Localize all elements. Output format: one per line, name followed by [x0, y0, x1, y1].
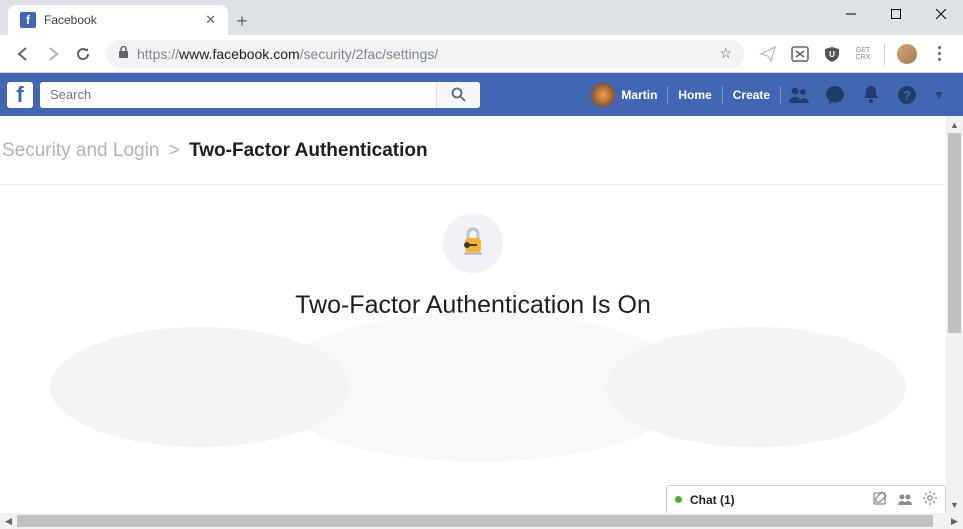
blocker-extension-icon[interactable]	[788, 42, 812, 66]
friend-requests-icon[interactable]	[786, 82, 812, 108]
toolbar-separator	[884, 43, 885, 65]
browser-tab[interactable]: f Facebook ✕	[8, 5, 228, 35]
messenger-icon[interactable]	[822, 82, 848, 108]
browser-toolbar: https://www.facebook.com/security/2fac/s…	[0, 35, 963, 73]
maximize-icon	[891, 9, 901, 19]
breadcrumb-parent[interactable]: Security and Login	[2, 140, 159, 161]
online-dot-icon	[675, 496, 682, 503]
url-text: https://www.facebook.com/security/2fac/s…	[137, 46, 719, 62]
breadcrumb: Security and Login > Two-Factor Authenti…	[0, 116, 946, 185]
back-button[interactable]	[8, 39, 38, 69]
scroll-thumb[interactable]	[17, 515, 933, 527]
breadcrumb-separator: >	[169, 140, 180, 161]
reload-button[interactable]	[68, 39, 98, 69]
minimize-button[interactable]	[828, 0, 873, 28]
maximize-button[interactable]	[873, 0, 918, 28]
send-extension-icon[interactable]	[756, 42, 780, 66]
navbar-profile-link[interactable]: Martin	[581, 83, 667, 107]
padlock-key-icon	[456, 226, 490, 260]
arrow-left-icon	[15, 46, 31, 62]
window-titlebar: f Facebook ✕ +	[0, 0, 963, 35]
search-icon	[451, 87, 466, 102]
help-icon[interactable]: ?	[894, 82, 920, 108]
address-bar[interactable]: https://www.facebook.com/security/2fac/s…	[106, 40, 744, 68]
decorative-hills	[0, 337, 946, 407]
close-window-button[interactable]	[918, 0, 963, 28]
profile-avatar[interactable]	[895, 42, 919, 66]
tab-title: Facebook	[44, 13, 205, 27]
facebook-logo[interactable]: f	[7, 82, 33, 108]
window-controls	[828, 0, 963, 28]
getcrx-extension-icon[interactable]: GET CRX	[852, 42, 874, 66]
horizontal-scrollbar[interactable]: ◀ ▶	[0, 513, 963, 529]
forward-button[interactable]	[38, 39, 68, 69]
scroll-up-arrow[interactable]: ▲	[946, 116, 963, 133]
kebab-icon	[938, 46, 941, 61]
breadcrumb-current: Two-Factor Authentication	[189, 140, 428, 161]
reload-icon	[75, 46, 91, 62]
facebook-navbar: f Martin Home Create ? ▼	[0, 73, 963, 116]
ublock-extension-icon[interactable]: U	[820, 42, 844, 66]
minimize-icon	[846, 9, 856, 19]
user-avatar	[591, 83, 615, 107]
home-link[interactable]: Home	[668, 88, 721, 102]
chrome-menu-button[interactable]	[927, 42, 951, 66]
account-dropdown-arrow[interactable]: ▼	[925, 88, 953, 102]
nav-separator	[780, 86, 781, 104]
bookmark-star-icon[interactable]: ☆	[719, 45, 732, 62]
notifications-icon[interactable]	[858, 82, 884, 108]
vertical-scrollbar[interactable]: ▲ ▼	[946, 116, 963, 513]
search-input[interactable]	[40, 82, 436, 108]
arrow-right-icon	[45, 46, 61, 62]
scroll-thumb[interactable]	[948, 133, 961, 333]
chat-group-icon[interactable]	[897, 492, 913, 508]
page-content: Security and Login > Two-Factor Authenti…	[0, 116, 946, 513]
svg-text:?: ?	[903, 88, 911, 103]
scroll-left-arrow[interactable]: ◀	[0, 513, 17, 529]
lock-illustration	[443, 213, 503, 273]
chat-dock[interactable]: Chat (1)	[666, 485, 946, 513]
close-icon	[936, 9, 946, 19]
close-tab-icon[interactable]: ✕	[205, 12, 216, 28]
lock-icon	[118, 46, 129, 62]
scroll-down-arrow[interactable]: ▼	[946, 496, 963, 513]
facebook-search	[40, 82, 480, 108]
new-tab-button[interactable]: +	[228, 7, 256, 35]
two-factor-status-panel: Two-Factor Authentication Is On Since Ja…	[0, 185, 946, 407]
chat-settings-icon[interactable]	[923, 491, 937, 508]
user-name: Martin	[621, 88, 657, 102]
scroll-right-arrow[interactable]: ▶	[946, 513, 963, 529]
facebook-favicon: f	[20, 12, 36, 28]
compose-message-icon[interactable]	[873, 491, 887, 508]
search-button[interactable]	[436, 82, 480, 108]
chat-label: Chat (1)	[690, 493, 863, 507]
svg-text:U: U	[829, 50, 835, 59]
create-link[interactable]: Create	[723, 88, 780, 102]
